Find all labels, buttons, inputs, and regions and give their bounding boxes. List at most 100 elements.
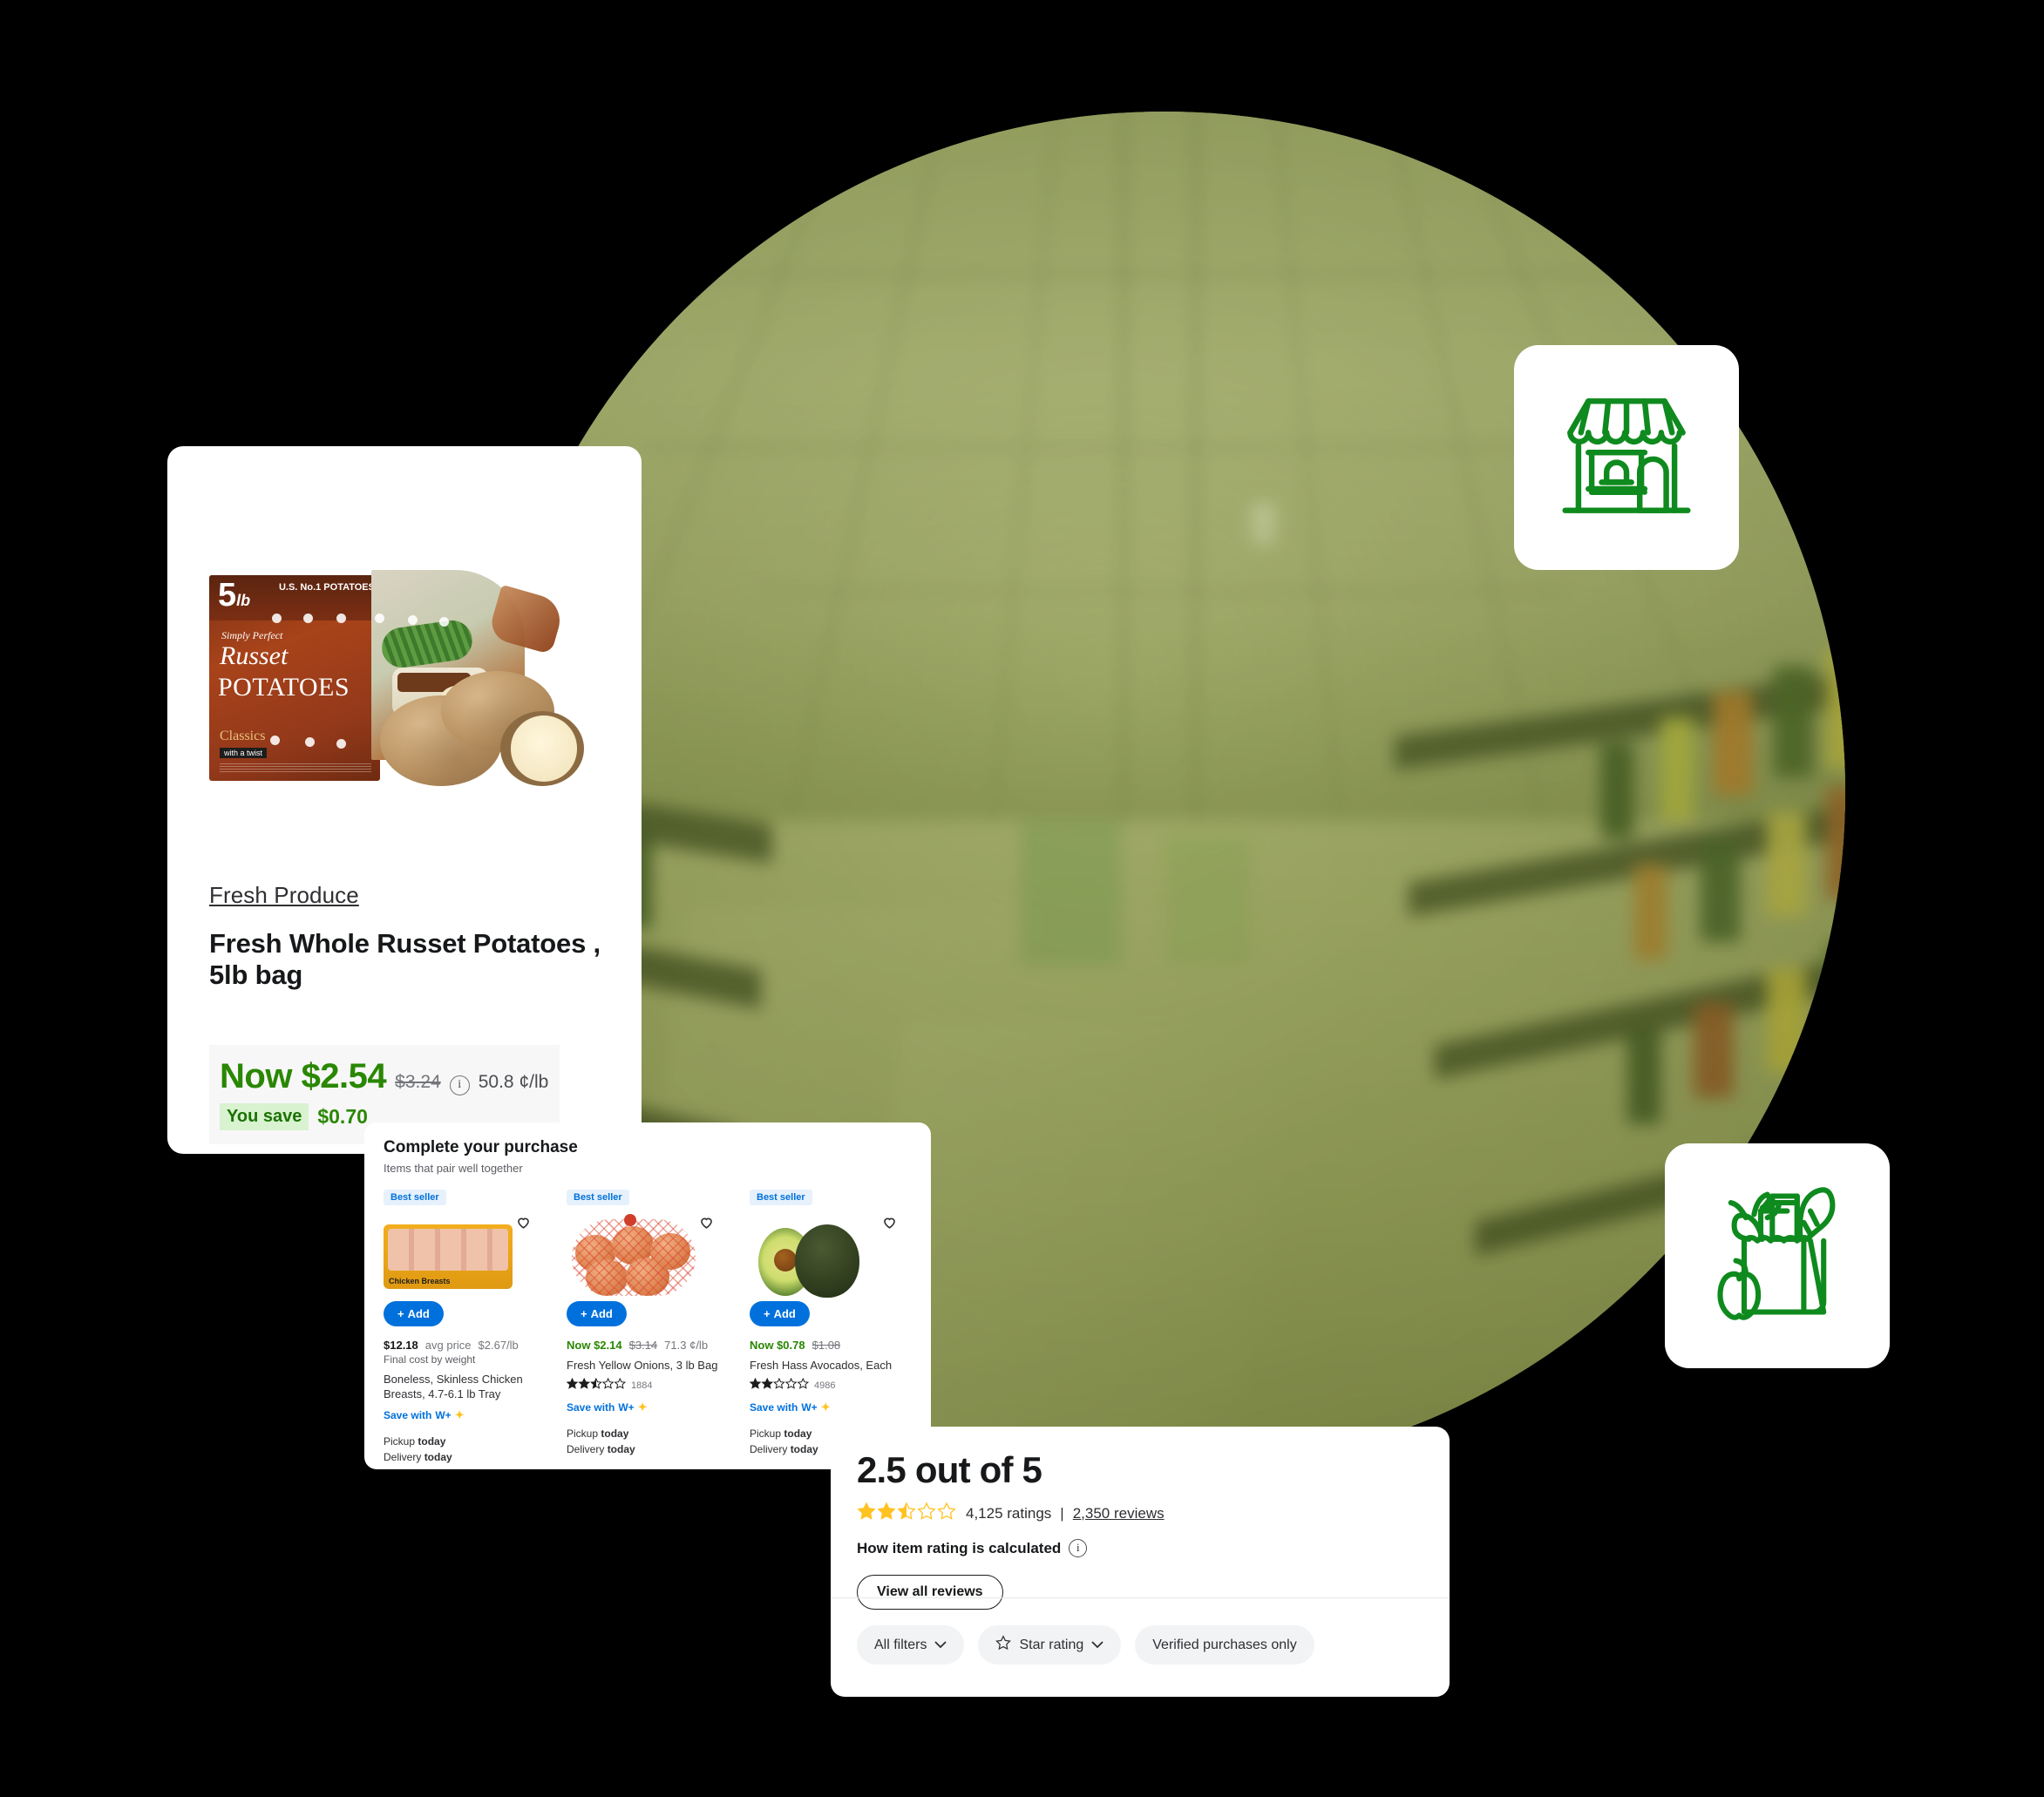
bag-brand-label: Simply Perfect — [221, 629, 283, 641]
save-with-label: Save with — [750, 1401, 798, 1414]
you-save-badge: You save — [220, 1103, 309, 1130]
meta-separator: | — [1060, 1504, 1064, 1522]
product-image-chicken-breasts: Chicken Breasts — [384, 1224, 513, 1289]
ratings-and-reviews-card: 2.5 out of 5 4,125 ratings | 2,350 revie… — [831, 1427, 1450, 1697]
ratings-count: 4,125 ratings — [966, 1504, 1052, 1522]
favorite-heart-icon[interactable] — [698, 1214, 715, 1231]
now-price: Now $0.78 — [750, 1339, 805, 1352]
save-with-walmart-plus: Save with W+ ✦ — [567, 1400, 729, 1414]
bag-weight-unit: lb — [236, 592, 251, 609]
potato-bag-package: 5lb U.S. No.1 POTATOES Simply Perfect Ru… — [209, 575, 380, 781]
overall-star-rating — [857, 1502, 957, 1525]
delivery-label: Delivery — [750, 1442, 788, 1455]
you-save-amount: $0.70 — [317, 1105, 368, 1128]
now-price: Now $2.14 — [567, 1339, 622, 1352]
spark-icon: ✦ — [820, 1400, 831, 1414]
pickup-value: today — [601, 1427, 629, 1441]
walmart-plus-icon: W+ — [801, 1401, 818, 1414]
verified-purchases-chip[interactable]: Verified purchases only — [1135, 1625, 1314, 1665]
save-with-label: Save with — [384, 1409, 432, 1422]
info-icon[interactable]: i — [449, 1075, 470, 1095]
add-to-cart-button-chicken[interactable]: + Add — [384, 1301, 444, 1326]
stars-2-0 — [749, 1377, 810, 1394]
plus-icon: + — [581, 1307, 587, 1320]
plus-icon: + — [764, 1307, 771, 1320]
pickup-label: Pickup — [750, 1427, 782, 1441]
info-icon[interactable]: i — [1069, 1539, 1088, 1557]
breadcrumb-category[interactable]: Fresh Produce — [209, 882, 607, 909]
how-rating-calculated-label: How item rating is calculated — [857, 1539, 1062, 1556]
star-rating-label: Star rating — [1019, 1637, 1084, 1652]
fulfillment-info: Pickup today Delivery today — [567, 1427, 729, 1457]
product-image-yellow-onions — [572, 1214, 696, 1296]
grocery-bag-icon — [1694, 1171, 1860, 1341]
potato-cut-half — [500, 711, 584, 786]
add-label: Add — [773, 1307, 796, 1320]
item-name[interactable]: Boneless, Skinless Chicken Breasts, 4.7-… — [384, 1372, 546, 1401]
purchase-card-subtitle: Items that pair well together — [384, 1162, 523, 1175]
review-filter-bar: All filters Star rating Verified purchas… — [857, 1625, 1314, 1665]
item-price: $2.14 — [594, 1339, 622, 1352]
best-seller-badge: Best seller — [384, 1190, 446, 1205]
pickup-value: today — [418, 1435, 446, 1448]
divider — [831, 1597, 1450, 1598]
add-label: Add — [590, 1307, 613, 1320]
item-price: $12.18 — [384, 1339, 418, 1352]
item-price: $0.78 — [777, 1339, 805, 1352]
product-image-hass-avocados — [750, 1217, 872, 1301]
item-star-rating[interactable]: 1884 — [566, 1377, 729, 1394]
bag-russet-label: Russet — [220, 641, 289, 670]
now-label: Now — [750, 1339, 774, 1352]
bag-classics-label: Classics — [220, 729, 266, 743]
spark-icon: ✦ — [637, 1400, 648, 1414]
final-cost-note: Final cost by weight — [384, 1353, 476, 1366]
bag-ingredients-text — [220, 762, 371, 774]
favorite-heart-icon[interactable] — [881, 1214, 898, 1231]
verified-purchases-label: Verified purchases only — [1152, 1637, 1297, 1652]
pickup-label: Pickup — [384, 1435, 416, 1448]
now-price: Now $2.54 — [220, 1057, 387, 1096]
storefront-icon-tile — [1514, 345, 1739, 570]
purchase-item-avocados: Best seller + Add Now $0.78 $1.08 Fresh … — [749, 1189, 912, 1465]
item-was-price: $1.08 — [811, 1339, 841, 1352]
item-unit-price: $2.67/lb — [478, 1339, 519, 1352]
save-with-walmart-plus: Save with W+ ✦ — [384, 1408, 546, 1422]
item-name[interactable]: Fresh Hass Avocados, Each — [750, 1358, 912, 1373]
item-name[interactable]: Fresh Yellow Onions, 3 lb Bag — [567, 1358, 729, 1373]
reviews-count-link[interactable]: 2,350 reviews — [1073, 1505, 1165, 1522]
chevron-down-icon — [934, 1638, 947, 1653]
pickup-label: Pickup — [567, 1427, 599, 1441]
purchase-item-chicken: Best seller Chicken Breasts + Add $12.18 — [384, 1189, 546, 1465]
spark-icon: ✦ — [454, 1408, 465, 1422]
view-all-reviews-button[interactable]: View all reviews — [857, 1575, 1003, 1610]
all-filters-chip[interactable]: All filters — [857, 1625, 965, 1665]
save-with-label: Save with — [567, 1401, 615, 1414]
stars-2-5 — [566, 1377, 627, 1394]
item-star-rating[interactable]: 4986 — [749, 1377, 912, 1394]
bag-twist-label: with a twist — [220, 748, 268, 758]
product-image-russet-potatoes: 5lb U.S. No.1 POTATOES Simply Perfect Ru… — [209, 568, 619, 786]
item-rating-count: 1884 — [631, 1380, 653, 1392]
was-price: $3.24 — [395, 1072, 441, 1092]
star-rating-chip[interactable]: Star rating — [978, 1625, 1122, 1665]
add-to-cart-button-onions[interactable]: + Add — [567, 1301, 627, 1326]
walmart-plus-icon: W+ — [435, 1409, 452, 1422]
how-rating-calculated[interactable]: How item rating is calculated i — [857, 1539, 1427, 1557]
star-outline-icon — [995, 1635, 1012, 1655]
walmart-plus-icon: W+ — [618, 1401, 635, 1414]
favorite-heart-icon[interactable] — [515, 1214, 532, 1231]
item-rating-count: 4986 — [814, 1380, 836, 1392]
add-label: Add — [407, 1307, 430, 1320]
delivery-value: today — [790, 1442, 818, 1455]
fulfillment-info: Pickup today Delivery today — [384, 1434, 546, 1465]
item-unit-price: 71.3 ¢/lb — [664, 1339, 709, 1352]
plus-icon: + — [397, 1307, 404, 1320]
delivery-label: Delivery — [384, 1450, 422, 1463]
now-label: Now — [567, 1339, 591, 1352]
page-title: Fresh Whole Russet Potatoes , 5lb bag — [209, 928, 601, 990]
add-to-cart-button-avocados[interactable]: + Add — [750, 1301, 810, 1326]
delivery-value: today — [607, 1442, 635, 1455]
complete-your-purchase-card: Complete your purchase Items that pair w… — [364, 1122, 931, 1469]
best-seller-badge: Best seller — [750, 1190, 812, 1205]
purchase-item-onions: Best seller + Add Now $2.14 $3.14 71.3 ¢… — [566, 1189, 729, 1465]
